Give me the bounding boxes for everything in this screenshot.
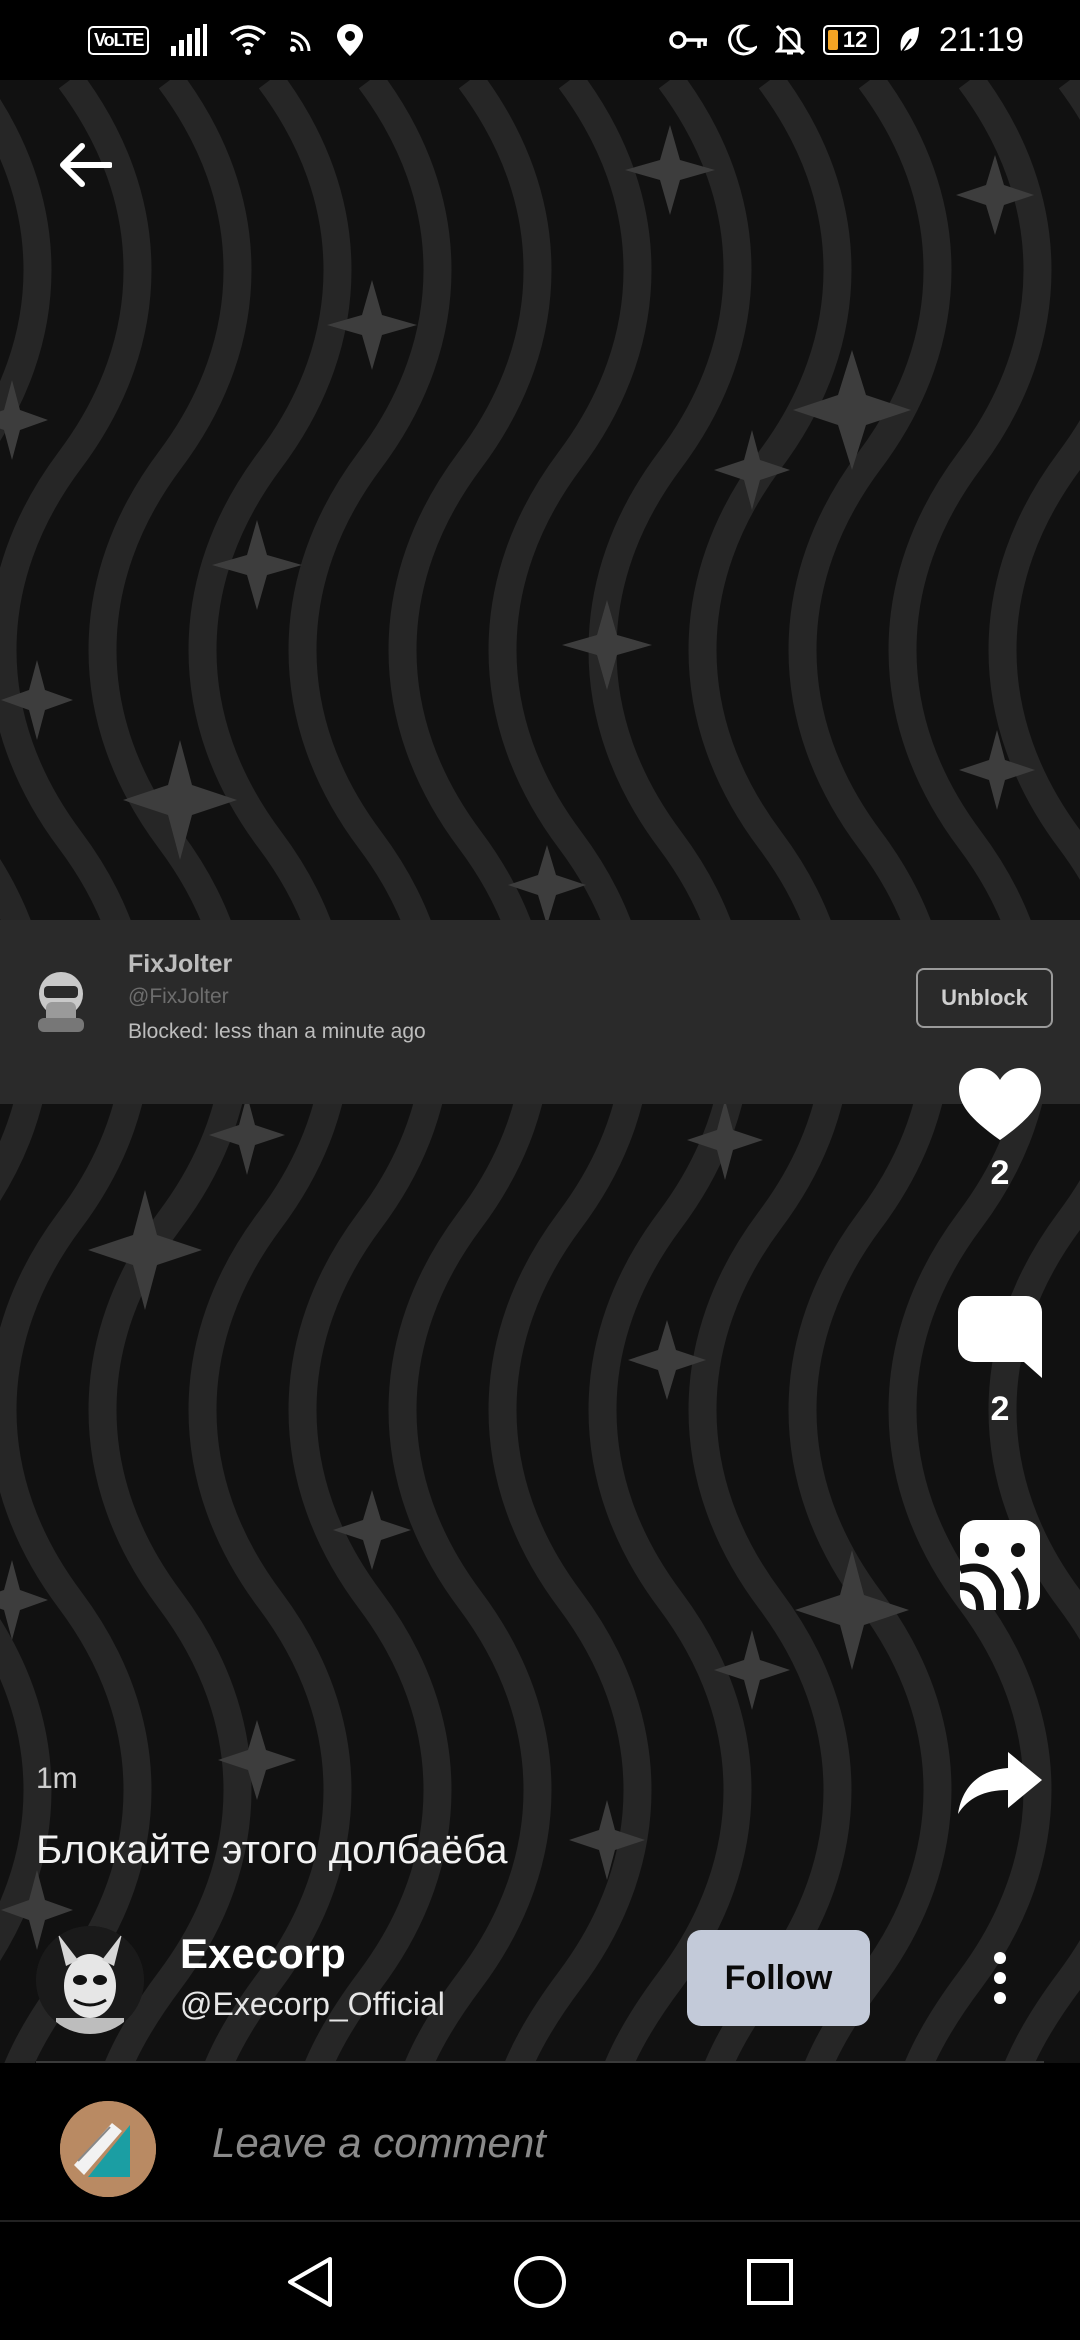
- nav-back-button[interactable]: [270, 2246, 350, 2318]
- heart-icon: [959, 1068, 1041, 1140]
- volte-badge: VoLTE: [88, 25, 150, 55]
- nav-home-icon: [514, 2256, 566, 2308]
- status-left: VoLTE: [88, 20, 364, 60]
- author-avatar[interactable]: [36, 1926, 144, 2034]
- follow-button[interactable]: Follow: [687, 1930, 870, 2026]
- blocked-status-text: Blocked: less than a minute ago: [128, 1020, 426, 1043]
- sticker-action[interactable]: [950, 1520, 1050, 1610]
- comment-action[interactable]: 2: [950, 1296, 1050, 1429]
- back-arrow-icon: [60, 143, 112, 187]
- more-vertical-icon: [994, 1952, 1006, 1964]
- vpn-key-icon: [669, 31, 707, 49]
- blocked-user-name: FixJolter: [128, 950, 233, 978]
- comment-bar: [0, 2063, 1080, 2220]
- nav-home-button[interactable]: [500, 2246, 580, 2318]
- moon-icon: [728, 24, 757, 56]
- author-handle[interactable]: @Execorp_Official: [180, 1986, 445, 2023]
- battery-level: 12: [842, 27, 868, 52]
- comment-input[interactable]: [212, 2103, 1032, 2183]
- sticker-icon: [960, 1520, 1040, 1610]
- battery-fill: [827, 30, 838, 50]
- location-icon: [337, 24, 364, 56]
- nav-back-icon: [288, 2257, 332, 2307]
- blocked-user-avatar: [32, 968, 90, 1034]
- likes-count: 2: [990, 1154, 1010, 1192]
- post-time: 1m: [36, 1762, 78, 1795]
- like-action[interactable]: 2: [950, 1068, 1050, 1193]
- comments-count: 2: [990, 1390, 1010, 1428]
- mute-bell-icon: [774, 24, 805, 56]
- share-action[interactable]: [950, 1752, 1050, 1814]
- post-caption: Блокайте этого долбаёба: [36, 1828, 508, 1872]
- system-nav-bar: [0, 2220, 1080, 2340]
- cast-icon: [290, 31, 311, 52]
- nav-recents-button[interactable]: [730, 2246, 810, 2318]
- status-bar: VoLTE 12 21:19: [0, 0, 1080, 80]
- comment-icon: [958, 1296, 1042, 1378]
- share-icon: [958, 1752, 1042, 1814]
- status-right: 12 21:19: [669, 20, 1024, 60]
- author-name[interactable]: Execorp: [180, 1930, 346, 1978]
- battery-indicator: 12: [822, 25, 879, 55]
- current-user-avatar: [60, 2101, 156, 2197]
- unblock-button[interactable]: Unblock: [916, 968, 1053, 1028]
- more-vertical-icon: [994, 1972, 1006, 1984]
- back-button[interactable]: [50, 130, 120, 200]
- signal-icon: [171, 24, 208, 56]
- nav-recents-icon: [747, 2259, 793, 2305]
- more-vertical-icon: [994, 1992, 1006, 2004]
- wifi-icon: [230, 25, 267, 55]
- status-time: 21:19: [938, 20, 1024, 59]
- leaf-icon: [900, 27, 919, 54]
- more-options-button[interactable]: [960, 1930, 1040, 2026]
- blocked-user-handle: @FixJolter: [128, 985, 229, 1008]
